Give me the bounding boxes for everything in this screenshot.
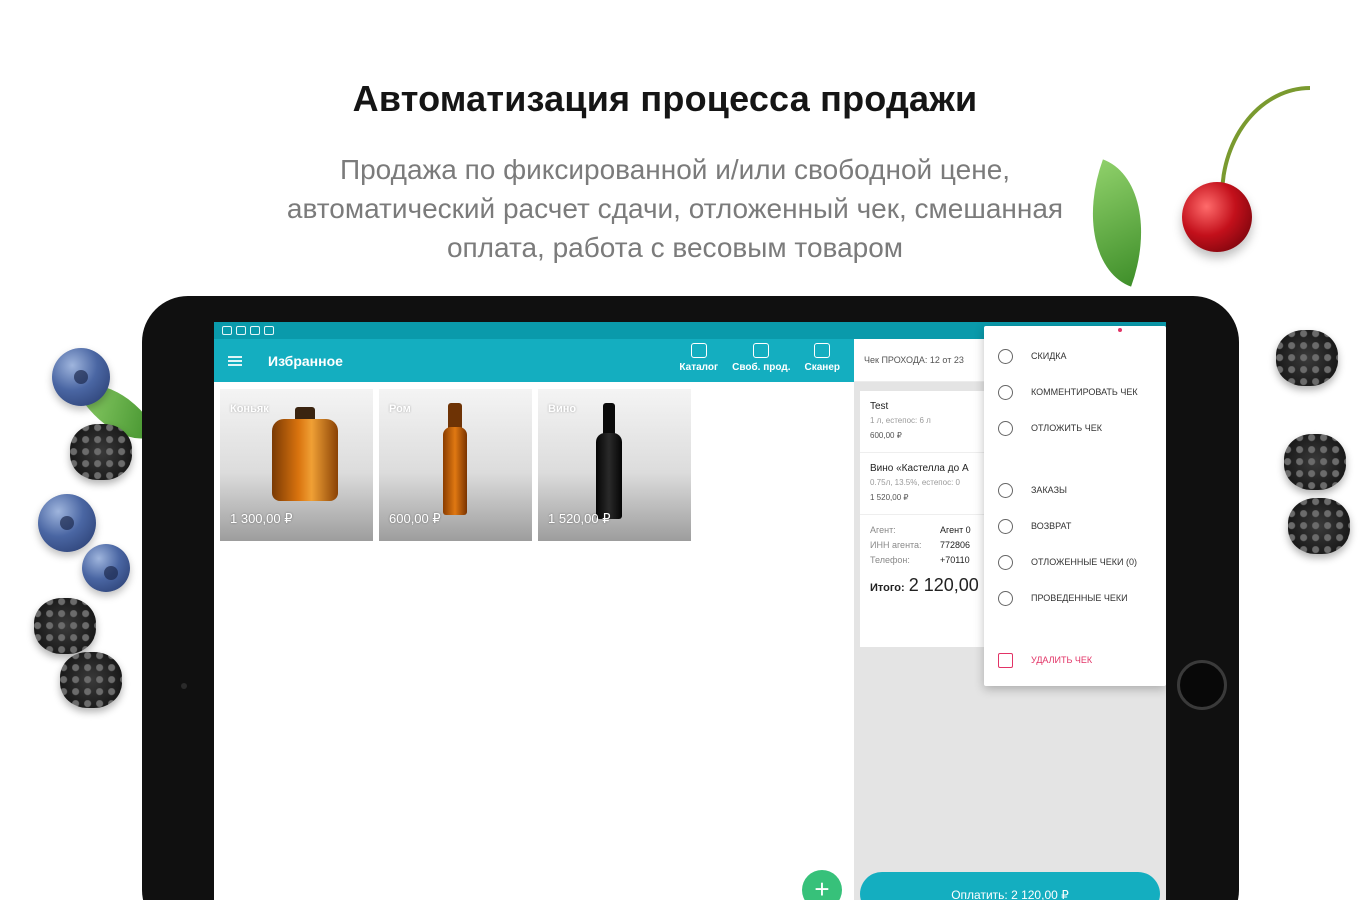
cherry-image <box>1182 182 1252 252</box>
product-name: Ром <box>389 403 411 415</box>
menu-item-postponed-receipts[interactable]: ОТЛОЖЕННЫЕ ЧЕКИ (0) <box>984 544 1166 580</box>
scanner-button[interactable]: Сканер <box>804 343 841 373</box>
notification-icon <box>236 326 246 335</box>
menu-item-discount[interactable]: СКИДКА <box>984 338 1166 374</box>
menu-item-label: ОТЛОЖЕННЫЕ ЧЕКИ (0) <box>1031 557 1138 567</box>
signal-icon <box>264 326 274 335</box>
product-tile-cognac[interactable]: Коньяк 1 300,00 ₽ <box>220 389 373 541</box>
page-headline: Автоматизация процесса продажи <box>352 78 978 119</box>
total-label: Итого: <box>870 582 905 594</box>
camera-dot <box>181 683 187 689</box>
return-icon <box>998 518 1013 534</box>
catalog-label: Каталог <box>679 362 719 373</box>
menu-item-label: ОТЛОЖИТЬ ЧЕК <box>1031 423 1102 433</box>
total-value: 2 120,00 <box>908 575 979 595</box>
agent-value: Агент 0 <box>940 525 971 535</box>
postpone-icon <box>998 420 1013 436</box>
add-button[interactable]: + <box>802 870 842 900</box>
overflow-menu: СКИДКА КОММЕНТИРОВАТЬ ЧЕК ОТЛОЖИТЬ ЧЕК З… <box>984 326 1166 686</box>
menu-separator <box>984 446 1166 472</box>
menu-item-label: СКИДКА <box>1031 351 1067 361</box>
product-tile-rum[interactable]: Ром 600,00 ₽ <box>379 389 532 541</box>
app-title: Избранное <box>268 352 343 369</box>
home-button[interactable] <box>1177 660 1227 710</box>
agent-value: +70110 <box>940 555 970 565</box>
agent-key: Агент: <box>870 525 896 535</box>
menu-separator <box>984 616 1166 642</box>
menu-item-postpone[interactable]: ОТЛОЖИТЬ ЧЕК <box>984 410 1166 446</box>
image-icon <box>250 326 260 335</box>
checked-icon <box>998 590 1013 606</box>
catalog-button[interactable]: Каталог <box>679 343 718 373</box>
trash-icon <box>998 652 1013 668</box>
agent-key: ИНН агента: <box>870 540 922 550</box>
menu-item-orders[interactable]: ЗАКАЗЫ <box>984 472 1166 508</box>
app-actions: Каталог Своб. прод. Сканер <box>679 343 840 373</box>
agent-value: 772806 <box>940 540 971 550</box>
agent-key: Телефон: <box>870 555 910 565</box>
blackberry-image <box>1276 330 1338 386</box>
discount-icon <box>998 348 1013 364</box>
globe-icon <box>998 482 1013 498</box>
rum-bottle-image <box>443 427 467 515</box>
menu-item-label: ЗАКАЗЫ <box>1031 485 1067 495</box>
free-sale-icon <box>753 343 770 358</box>
blackberry-image <box>60 652 122 708</box>
product-price: 1 300,00 ₽ <box>230 511 293 526</box>
product-grid: Коньяк 1 300,00 ₽ Ром 600,00 ₽ Вино 1 52… <box>220 389 691 541</box>
menu-item-comment[interactable]: КОММЕНТИРОВАТЬ ЧЕК <box>984 374 1166 410</box>
comment-icon <box>998 384 1013 400</box>
postponed-list-icon <box>998 554 1013 570</box>
scanner-icon <box>814 343 831 358</box>
app-bar: Избранное Каталог Своб. прод. Сканер <box>214 339 854 382</box>
menu-item-label: ПРОВЕДЕННЫЕ ЧЕКИ <box>1031 593 1128 603</box>
free-sale-button[interactable]: Своб. прод. <box>732 343 791 373</box>
page-subtext: Продажа по фиксированной и/или свободной… <box>286 154 1064 263</box>
product-price: 600,00 ₽ <box>389 511 441 526</box>
wine-bottle-image <box>603 403 615 437</box>
blueberry-image <box>82 544 130 592</box>
blackberry-image <box>70 424 132 480</box>
menu-item-label: УДАЛИТЬ ЧЕК <box>1031 655 1093 665</box>
blueberry-image <box>52 348 110 406</box>
blueberry-image <box>38 494 96 552</box>
product-name: Вино <box>548 403 577 415</box>
blackberry-image <box>1288 498 1350 554</box>
menu-item-label: ВОЗВРАТ <box>1031 521 1072 531</box>
free-sale-label: Своб. прод. <box>732 362 791 373</box>
product-price: 1 520,00 ₽ <box>548 511 611 526</box>
menu-item-completed-receipts[interactable]: ПРОВЕДЕННЫЕ ЧЕКИ <box>984 580 1166 616</box>
menu-item-return[interactable]: ВОЗВРАТ <box>984 508 1166 544</box>
blackberry-image <box>1284 434 1346 490</box>
product-tile-wine[interactable]: Вино 1 520,00 ₽ <box>538 389 691 541</box>
catalog-icon <box>690 343 707 358</box>
wine-bottle-image <box>596 433 622 519</box>
cognac-bottle-image <box>272 419 338 501</box>
menu-item-label: КОММЕНТИРОВАТЬ ЧЕК <box>1031 387 1138 397</box>
pay-button[interactable]: Оплатить: 2 120,00 ₽ <box>860 872 1160 900</box>
hamburger-menu-icon[interactable] <box>228 355 242 366</box>
scanner-label: Сканер <box>804 362 841 373</box>
app-screen: Избранное Каталог Своб. прод. Сканер Кон… <box>214 322 1166 900</box>
blackberry-image <box>34 598 96 654</box>
notification-icon <box>222 326 232 335</box>
product-name: Коньяк <box>230 403 269 415</box>
menu-item-delete-receipt[interactable]: УДАЛИТЬ ЧЕК <box>984 642 1166 678</box>
